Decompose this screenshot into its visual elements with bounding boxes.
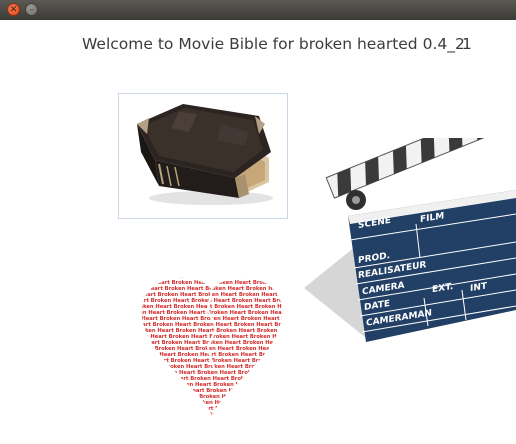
heart-text-line: Broken Heart Broken Heart Broken Heart B… (138, 418, 286, 420)
bible-icon (119, 94, 287, 218)
bible-image[interactable] (118, 93, 288, 219)
minimize-button[interactable]: – (25, 3, 38, 16)
page-counter: 1 (462, 35, 472, 53)
broken-heart-image[interactable]: Broken Heart Broken Heart Broken Heart B… (138, 270, 286, 420)
clapperboard-image[interactable]: SCENE FILM PROD. REALISATEUR CAMERA EXT.… (296, 105, 516, 348)
window-titlebar: ✕ – (0, 0, 516, 20)
broken-heart-word-heart-icon: Broken Heart Broken Heart Broken Heart B… (138, 274, 286, 420)
heart-text-line: Broken Heart Broken Heart Broken Heart B… (138, 274, 286, 280)
heart-text-line: Broken Heart Broken Heart Broken Heart B… (138, 412, 286, 418)
page-title: Welcome to Movie Bible for broken hearte… (82, 35, 465, 53)
clapperboard-icon: SCENE FILM PROD. REALISATEUR CAMERA EXT.… (304, 105, 516, 342)
close-button[interactable]: ✕ (7, 3, 20, 16)
